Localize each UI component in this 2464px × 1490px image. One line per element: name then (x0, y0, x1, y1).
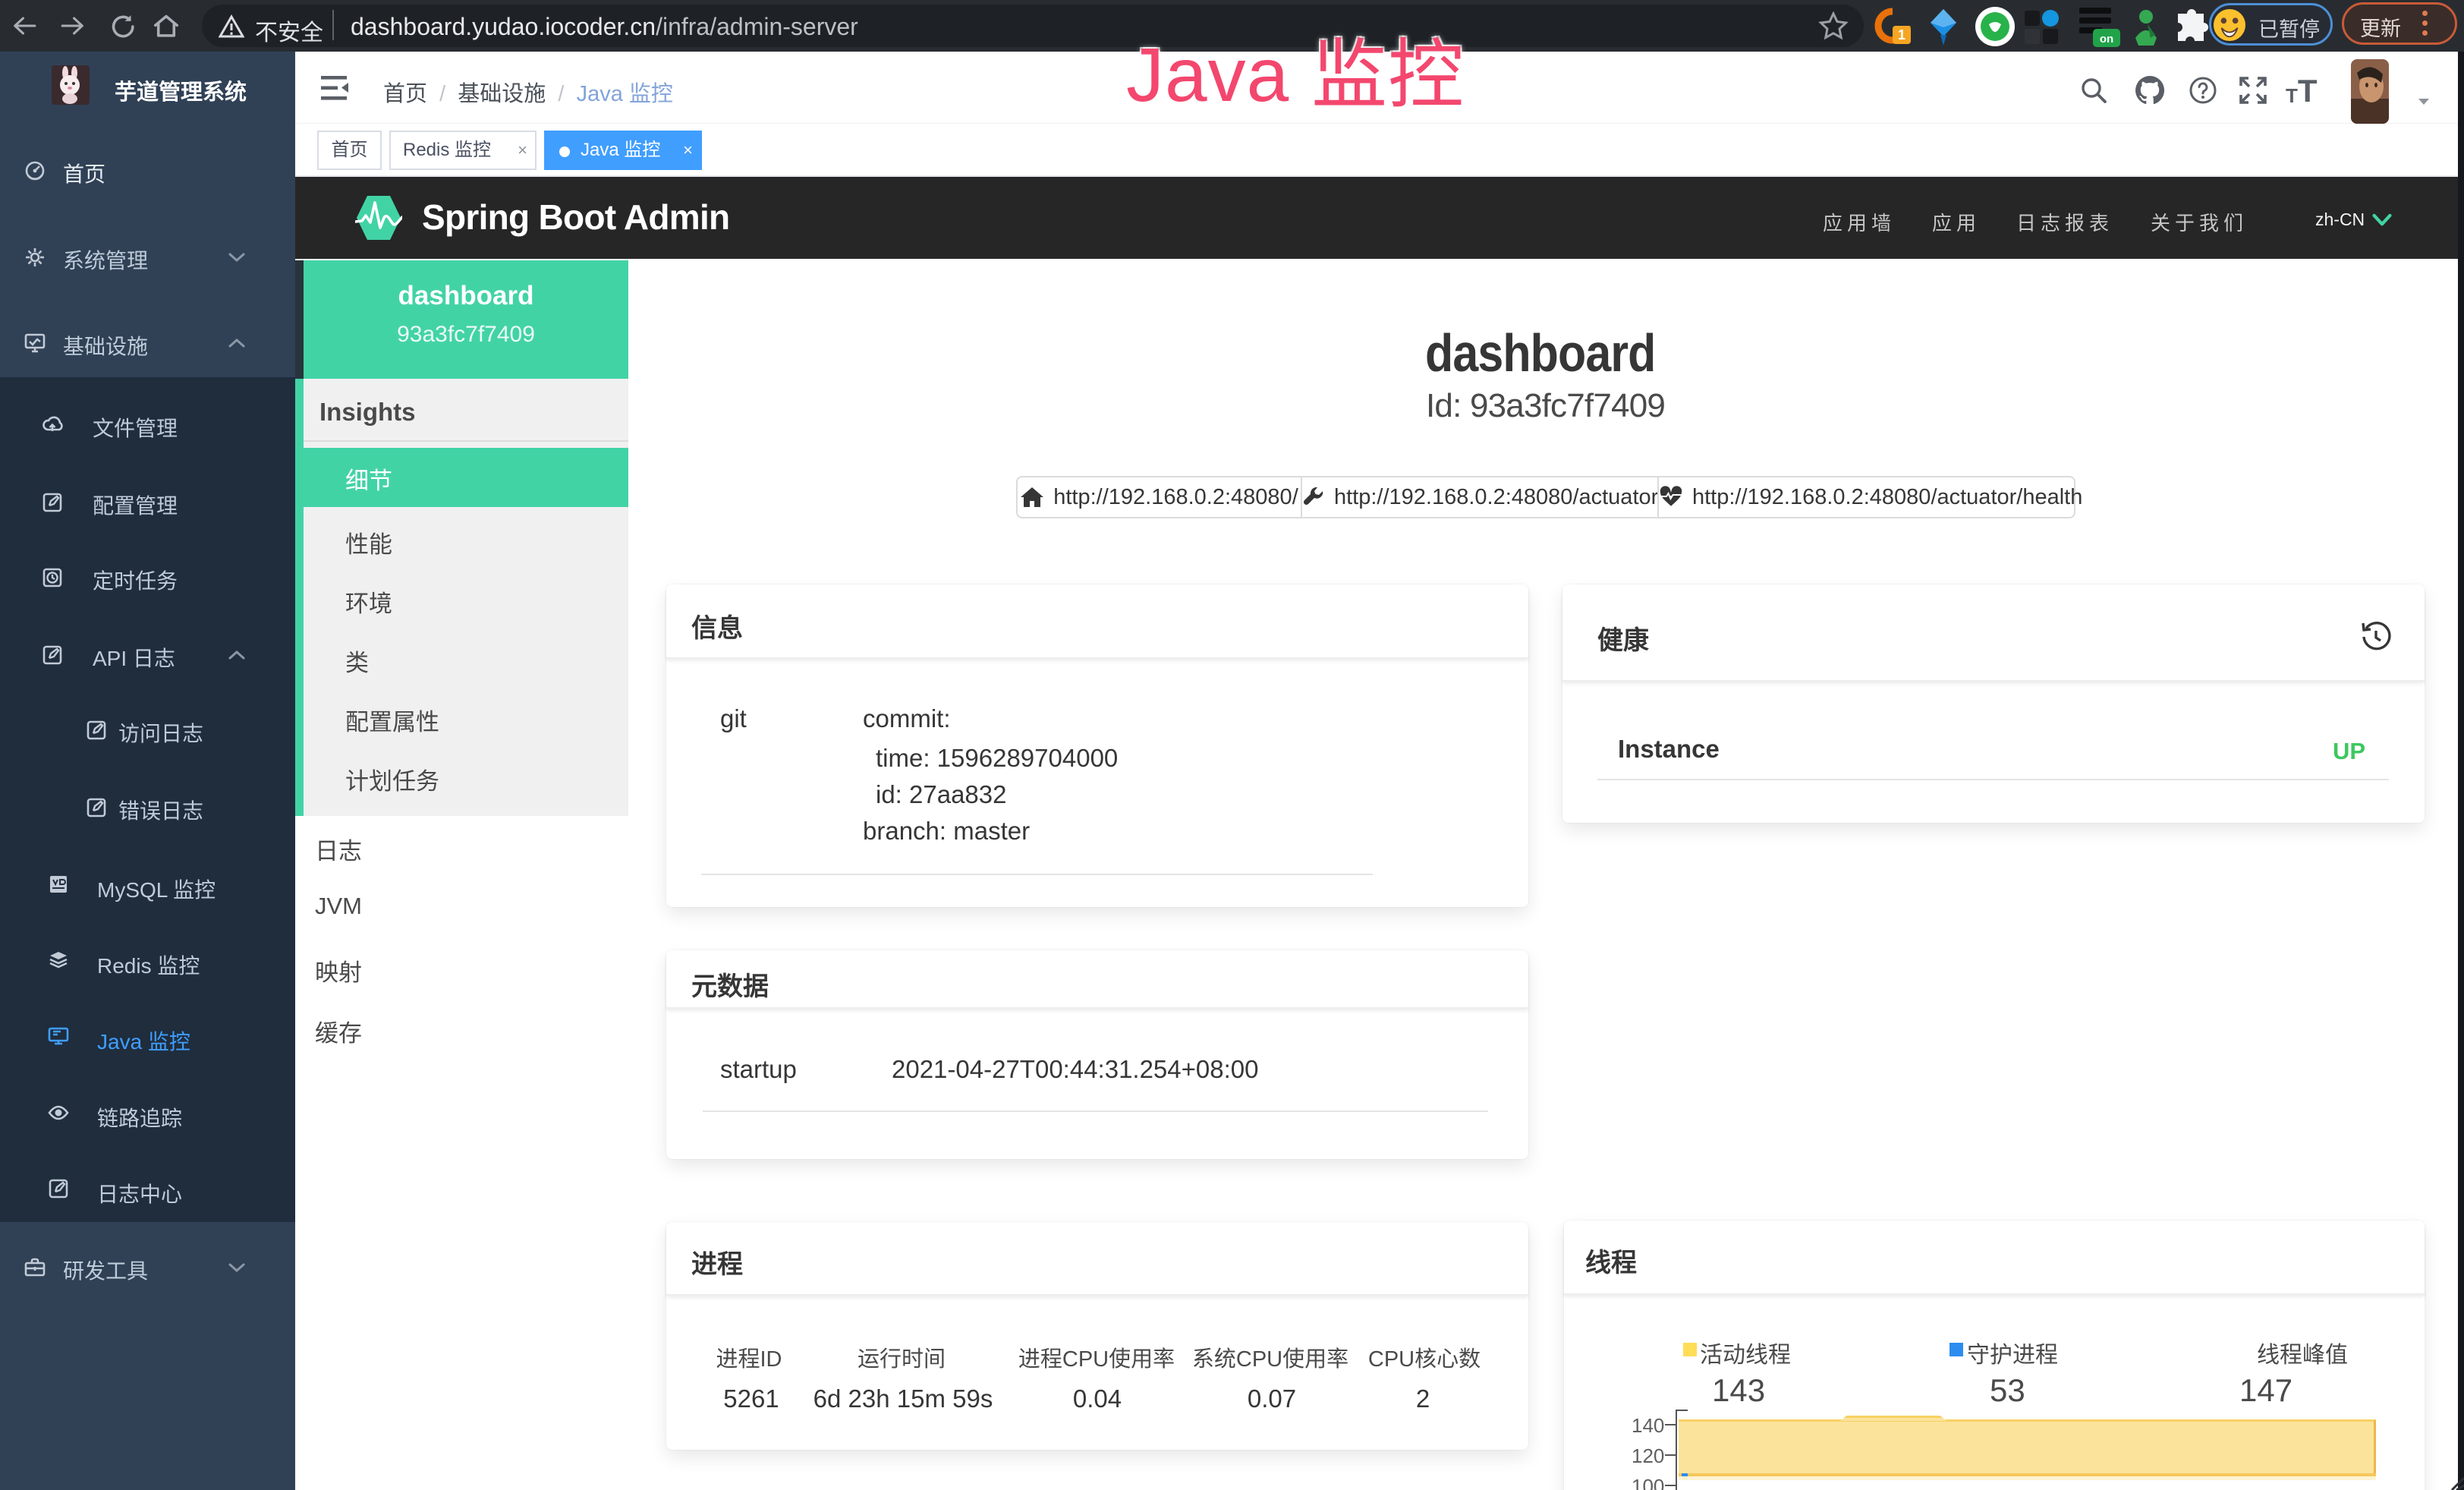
svg-text:on: on (2100, 33, 2113, 46)
svg-text:1: 1 (1898, 27, 1905, 43)
